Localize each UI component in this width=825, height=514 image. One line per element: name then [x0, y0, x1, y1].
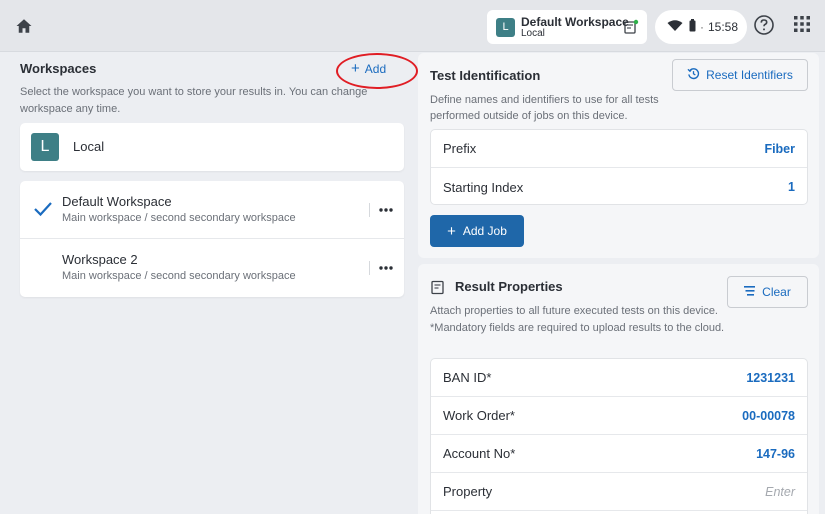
add-job-button[interactable]: + Add Job: [430, 215, 524, 247]
clear-icon: [744, 285, 756, 299]
ban-id-label: BAN ID*: [443, 370, 492, 385]
divider: [369, 261, 370, 275]
plus-icon: +: [447, 222, 456, 240]
starting-index-label: Starting Index: [443, 179, 524, 195]
workspace-row[interactable]: Default Workspace Main workspace / secon…: [20, 181, 404, 239]
plus-icon: +: [351, 60, 360, 77]
workspaces-panel: Workspaces + Add Select the workspace yo…: [9, 52, 418, 514]
clock: 15:58: [708, 20, 739, 34]
property-placeholder: Enter: [765, 484, 795, 499]
status-pill[interactable]: · 15:58: [655, 10, 747, 44]
test-identification-panel: Test Identification Reset Identifiers De…: [418, 53, 819, 258]
workspace-title: Workspace 2: [62, 252, 138, 267]
wifi-icon: [667, 19, 683, 35]
add-job-label: Add Job: [462, 224, 507, 238]
workspace-title: Default Workspace: [62, 194, 172, 209]
add-workspace-label: Add: [364, 61, 387, 76]
workspace-chip[interactable]: L Default Workspace Local: [487, 10, 647, 44]
workspaces-description: Select the workspace you want to store y…: [20, 86, 368, 115]
add-workspace-button[interactable]: + Add: [351, 60, 386, 77]
more-horizontal-icon[interactable]: [377, 201, 395, 219]
account-no-row[interactable]: Account No* 147-96: [431, 435, 807, 473]
clear-button[interactable]: Clear: [727, 276, 808, 308]
check-icon: [33, 201, 53, 217]
prefix-row[interactable]: Prefix Fiber: [431, 130, 807, 168]
local-workspace-card[interactable]: L Local: [20, 123, 404, 171]
result-properties-title: Result Properties: [455, 279, 563, 294]
prefix-value: Fiber: [764, 141, 795, 156]
battery-icon: [689, 19, 696, 35]
top-bar: L Default Workspace Local · 15:58: [0, 0, 825, 52]
property-label: Property: [443, 484, 493, 499]
account-no-value: 147-96: [756, 446, 795, 461]
workspace-path: Main workspace / second secondary worksp…: [62, 270, 296, 282]
local-avatar: L: [31, 133, 59, 161]
test-identification-description: Define names and identifiers to use for …: [430, 94, 659, 122]
more-horizontal-icon[interactable]: [377, 259, 395, 277]
property-row[interactable]: Property Enter: [431, 473, 807, 511]
workspace-chip-title: Default Workspace: [521, 14, 629, 29]
workspace-list: Default Workspace Main workspace / secon…: [20, 181, 404, 297]
local-label: Local: [73, 139, 105, 154]
ban-id-row[interactable]: BAN ID* 1231231: [431, 359, 807, 397]
ban-id-value: 1231231: [746, 370, 795, 385]
workspaces-title: Workspaces: [20, 61, 97, 76]
prefix-label: Prefix: [443, 141, 477, 156]
clear-label: Clear: [762, 285, 791, 299]
workspace-chip-subtitle: Local: [521, 27, 545, 39]
starting-index-value: 1: [788, 180, 795, 194]
account-no-label: Account No*: [443, 446, 516, 461]
workspace-avatar: L: [496, 17, 515, 37]
workspace-row[interactable]: Workspace 2 Main workspace / second seco…: [20, 239, 404, 297]
reset-identifiers-label: Reset Identifiers: [706, 68, 793, 82]
job-icon: [623, 19, 639, 35]
divider: [369, 203, 370, 217]
result-properties-panel: Result Properties Clear Attach propertie…: [418, 264, 819, 514]
work-order-value: 00-00078: [742, 408, 795, 423]
job-icon: [430, 279, 446, 295]
history-icon: [687, 67, 700, 83]
identifier-table: Prefix Fiber Starting Index 1: [430, 129, 808, 205]
workspace-path: Main workspace / second secondary worksp…: [62, 212, 296, 224]
work-order-row[interactable]: Work Order* 00-00078: [431, 397, 807, 435]
reset-identifiers-button[interactable]: Reset Identifiers: [672, 59, 808, 91]
status-separator: ·: [700, 20, 704, 34]
result-properties-table: BAN ID* 1231231 Work Order* 00-00078 Acc…: [430, 358, 808, 514]
home-icon[interactable]: [12, 14, 36, 38]
help-icon[interactable]: [753, 14, 777, 38]
apps-grid-icon[interactable]: [792, 14, 816, 38]
work-order-label: Work Order*: [443, 408, 515, 423]
test-identification-title: Test Identification: [430, 68, 541, 83]
result-properties-description: Attach properties to all future executed…: [430, 305, 725, 334]
starting-index-row[interactable]: Starting Index 1: [431, 168, 807, 206]
